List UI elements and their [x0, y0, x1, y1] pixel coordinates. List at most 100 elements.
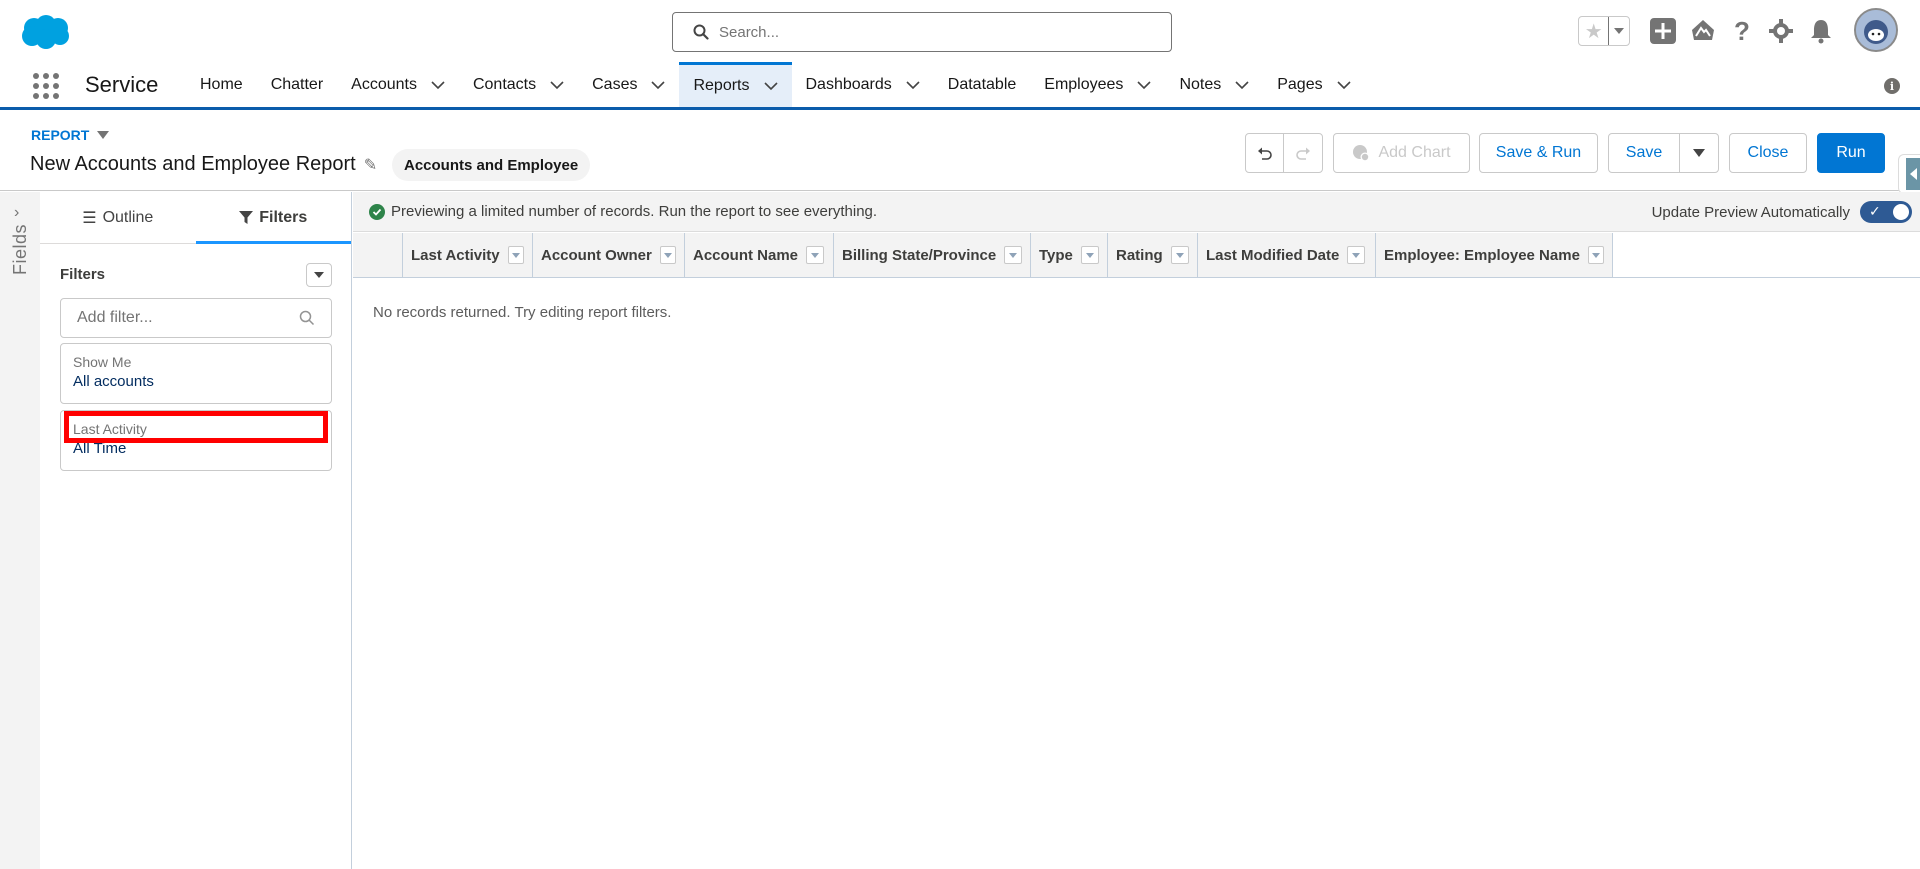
report-builder-header: REPORT New Accounts and Employee Report …	[0, 113, 1920, 191]
caret-down-icon	[314, 272, 324, 278]
report-type-menu[interactable]: REPORT	[31, 127, 110, 143]
nav-item-dashboards[interactable]: Dashboards	[792, 62, 934, 107]
close-button[interactable]: Close	[1729, 133, 1807, 173]
column-menu-icon[interactable]	[507, 246, 524, 264]
add-filter-input[interactable]: Add filter...	[60, 298, 332, 338]
nav-item-reports[interactable]: Reports	[679, 62, 792, 107]
redo-button[interactable]	[1284, 134, 1322, 172]
tab-filters[interactable]: Filters	[195, 192, 352, 244]
report-title-text: New Accounts and Employee Report	[30, 153, 356, 175]
nav-item-employees[interactable]: Employees	[1030, 62, 1165, 107]
column-menu-icon[interactable]	[1587, 246, 1604, 264]
report-preview: Previewing a limited number of records. …	[353, 192, 1920, 869]
save-button[interactable]: Save	[1609, 134, 1680, 172]
column-header[interactable]: Last Modified Date	[1198, 233, 1376, 277]
save-button-group: Save	[1608, 133, 1719, 173]
favorites-star-icon[interactable]: ★	[1579, 17, 1608, 45]
edit-pencil-icon[interactable]: ✎	[364, 155, 377, 175]
nav-item-home[interactable]: Home	[186, 62, 257, 107]
setup-gear-icon[interactable]	[1766, 16, 1796, 46]
search-placeholder: Search...	[719, 23, 780, 41]
save-options-dropdown[interactable]	[1680, 134, 1718, 172]
run-button[interactable]: Run	[1817, 133, 1885, 173]
filters-heading: Filters	[60, 266, 106, 283]
column-header[interactable]: Account Owner	[533, 233, 685, 277]
nav-item-label: Datatable	[947, 75, 1017, 93]
nav-item-chatter[interactable]: Chatter	[257, 62, 337, 107]
help-icon[interactable]: ?	[1727, 16, 1757, 46]
auto-update-toggle[interactable]: ✓	[1860, 201, 1912, 223]
global-create-icon[interactable]	[1648, 16, 1678, 46]
column-menu-icon[interactable]	[1004, 246, 1022, 264]
info-icon[interactable]: i	[1884, 78, 1900, 94]
nav-item-accounts[interactable]: Accounts	[337, 62, 459, 107]
chevron-down-icon[interactable]	[651, 78, 666, 92]
tab-outline[interactable]: ☰ Outline	[40, 192, 196, 243]
nav-item-cases[interactable]: Cases	[578, 62, 679, 107]
chart-icon	[1353, 145, 1370, 162]
preview-notice-bar: Previewing a limited number of records. …	[353, 192, 1920, 232]
collapse-left-icon	[1906, 158, 1920, 190]
chevron-down-icon[interactable]	[431, 78, 445, 92]
redo-icon	[1296, 147, 1310, 160]
column-menu-icon[interactable]	[1170, 246, 1189, 264]
nav-item-datatable[interactable]: Datatable	[934, 62, 1031, 107]
preview-table-header: Last Activity Account Owner Account Name…	[353, 233, 1920, 278]
trailhead-icon[interactable]	[1688, 16, 1718, 46]
nav-item-label: Reports	[693, 77, 750, 94]
column-menu-icon[interactable]	[1347, 246, 1366, 264]
search-icon	[299, 310, 315, 326]
app-navigation-bar: Service Home Chatter Accounts Contacts C…	[0, 62, 1920, 110]
filter-show-me[interactable]: Show Me All accounts	[60, 343, 332, 404]
column-label: Employee: Employee Name	[1384, 246, 1580, 264]
undo-redo-group	[1245, 133, 1323, 173]
report-type-label: REPORT	[31, 127, 90, 143]
panel-tabs: ☰ Outline Filters	[40, 192, 351, 244]
chevron-down-icon[interactable]	[550, 78, 564, 92]
column-header[interactable]: Employee: Employee Name	[1376, 233, 1613, 277]
filters-menu-button[interactable]	[306, 263, 332, 287]
nav-item-label: Contacts	[472, 75, 537, 93]
right-panel-toggle-upper[interactable]	[1898, 154, 1920, 194]
chevron-down-icon[interactable]	[1337, 78, 1351, 92]
column-header[interactable]: Billing State/Province	[834, 233, 1031, 277]
salesforce-logo[interactable]	[20, 14, 72, 50]
chevron-down-icon[interactable]	[1235, 78, 1249, 92]
undo-button[interactable]	[1246, 134, 1284, 172]
nav-item-label: Cases	[592, 75, 638, 93]
highlight-box	[64, 411, 328, 443]
global-search-input[interactable]: Search...	[672, 12, 1172, 52]
column-label: Account Name	[693, 246, 799, 264]
nav-item-pages[interactable]: Pages	[1263, 62, 1364, 107]
auto-update-control: Update Preview Automatically ✓	[1652, 201, 1912, 223]
nav-item-notes[interactable]: Notes	[1165, 62, 1263, 107]
save-and-run-button[interactable]: Save & Run	[1479, 133, 1598, 173]
chevron-down-icon[interactable]	[763, 79, 778, 93]
favorites-dropdown-icon[interactable]	[1608, 17, 1629, 45]
add-filter-placeholder: Add filter...	[77, 309, 153, 326]
chevron-down-icon[interactable]	[906, 78, 920, 92]
column-menu-icon[interactable]	[806, 246, 825, 264]
fields-rail[interactable]: › Fields	[0, 192, 40, 869]
row-number-header	[353, 233, 403, 277]
chevron-down-icon[interactable]	[1137, 78, 1152, 92]
list-icon: ☰	[82, 209, 97, 227]
column-menu-icon[interactable]	[659, 246, 676, 264]
tab-label: Outline	[102, 208, 154, 226]
column-label: Last Modified Date	[1206, 246, 1340, 264]
column-header[interactable]: Rating	[1108, 233, 1198, 277]
auto-update-label: Update Preview Automatically	[1651, 203, 1850, 221]
filter-value: All accounts	[73, 373, 154, 390]
column-header[interactable]: Last Activity	[403, 233, 533, 277]
chevron-right-icon[interactable]: ›	[14, 204, 19, 222]
column-header[interactable]: Account Name	[685, 233, 834, 277]
nav-item-label: Chatter	[270, 75, 324, 93]
add-chart-button[interactable]: Add Chart	[1333, 133, 1470, 173]
fields-rail-label: Fields	[10, 224, 30, 276]
user-avatar[interactable]	[1854, 8, 1898, 52]
notifications-bell-icon[interactable]	[1806, 16, 1836, 46]
nav-item-contacts[interactable]: Contacts	[459, 62, 578, 107]
column-header[interactable]: Type	[1031, 233, 1108, 277]
app-launcher-icon[interactable]	[30, 70, 59, 99]
column-menu-icon[interactable]	[1080, 246, 1099, 264]
